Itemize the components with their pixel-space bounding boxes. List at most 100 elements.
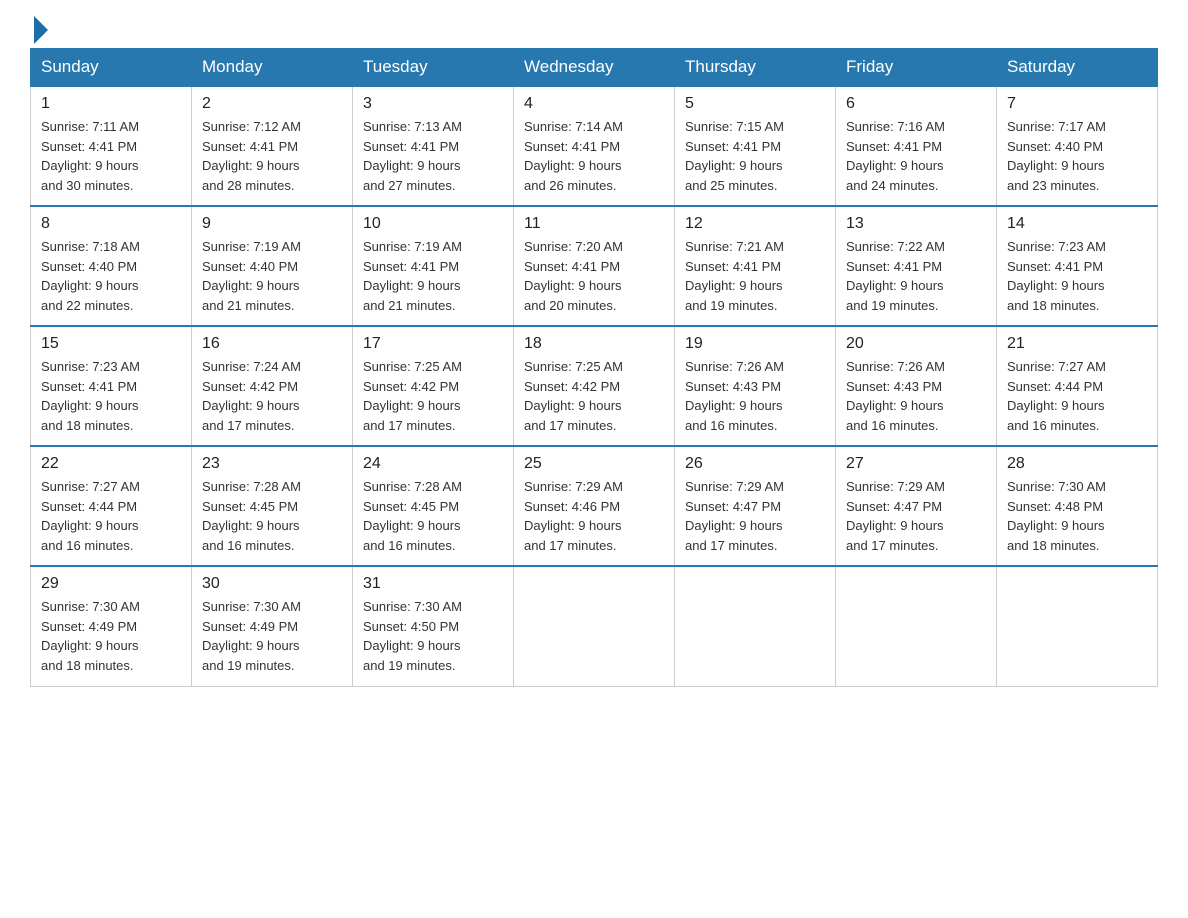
day-info: Sunrise: 7:19 AM Sunset: 4:40 PM Dayligh… bbox=[202, 237, 342, 315]
table-row: 25 Sunrise: 7:29 AM Sunset: 4:46 PM Dayl… bbox=[514, 446, 675, 566]
weekday-header-row: Sunday Monday Tuesday Wednesday Thursday… bbox=[31, 49, 1158, 87]
table-row: 12 Sunrise: 7:21 AM Sunset: 4:41 PM Dayl… bbox=[675, 206, 836, 326]
table-row: 2 Sunrise: 7:12 AM Sunset: 4:41 PM Dayli… bbox=[192, 86, 353, 206]
day-info: Sunrise: 7:26 AM Sunset: 4:43 PM Dayligh… bbox=[685, 357, 825, 435]
header-saturday: Saturday bbox=[997, 49, 1158, 87]
day-info: Sunrise: 7:29 AM Sunset: 4:46 PM Dayligh… bbox=[524, 477, 664, 555]
table-row bbox=[514, 566, 675, 686]
week-row-1: 1 Sunrise: 7:11 AM Sunset: 4:41 PM Dayli… bbox=[31, 86, 1158, 206]
day-info: Sunrise: 7:28 AM Sunset: 4:45 PM Dayligh… bbox=[202, 477, 342, 555]
day-number: 11 bbox=[524, 215, 664, 233]
day-info: Sunrise: 7:27 AM Sunset: 4:44 PM Dayligh… bbox=[41, 477, 181, 555]
day-info: Sunrise: 7:23 AM Sunset: 4:41 PM Dayligh… bbox=[41, 357, 181, 435]
day-info: Sunrise: 7:19 AM Sunset: 4:41 PM Dayligh… bbox=[363, 237, 503, 315]
table-row: 19 Sunrise: 7:26 AM Sunset: 4:43 PM Dayl… bbox=[675, 326, 836, 446]
day-number: 2 bbox=[202, 95, 342, 113]
week-row-5: 29 Sunrise: 7:30 AM Sunset: 4:49 PM Dayl… bbox=[31, 566, 1158, 686]
header-sunday: Sunday bbox=[31, 49, 192, 87]
header-tuesday: Tuesday bbox=[353, 49, 514, 87]
day-number: 16 bbox=[202, 335, 342, 353]
header-friday: Friday bbox=[836, 49, 997, 87]
day-info: Sunrise: 7:24 AM Sunset: 4:42 PM Dayligh… bbox=[202, 357, 342, 435]
day-info: Sunrise: 7:30 AM Sunset: 4:49 PM Dayligh… bbox=[41, 597, 181, 675]
day-info: Sunrise: 7:30 AM Sunset: 4:50 PM Dayligh… bbox=[363, 597, 503, 675]
day-info: Sunrise: 7:15 AM Sunset: 4:41 PM Dayligh… bbox=[685, 117, 825, 195]
day-number: 24 bbox=[363, 455, 503, 473]
table-row: 5 Sunrise: 7:15 AM Sunset: 4:41 PM Dayli… bbox=[675, 86, 836, 206]
table-row: 7 Sunrise: 7:17 AM Sunset: 4:40 PM Dayli… bbox=[997, 86, 1158, 206]
day-info: Sunrise: 7:14 AM Sunset: 4:41 PM Dayligh… bbox=[524, 117, 664, 195]
table-row: 20 Sunrise: 7:26 AM Sunset: 4:43 PM Dayl… bbox=[836, 326, 997, 446]
day-info: Sunrise: 7:27 AM Sunset: 4:44 PM Dayligh… bbox=[1007, 357, 1147, 435]
day-info: Sunrise: 7:13 AM Sunset: 4:41 PM Dayligh… bbox=[363, 117, 503, 195]
day-info: Sunrise: 7:30 AM Sunset: 4:48 PM Dayligh… bbox=[1007, 477, 1147, 555]
day-number: 14 bbox=[1007, 215, 1147, 233]
day-number: 26 bbox=[685, 455, 825, 473]
page-header bbox=[30, 20, 1158, 38]
table-row: 18 Sunrise: 7:25 AM Sunset: 4:42 PM Dayl… bbox=[514, 326, 675, 446]
day-number: 19 bbox=[685, 335, 825, 353]
day-number: 27 bbox=[846, 455, 986, 473]
day-number: 6 bbox=[846, 95, 986, 113]
day-info: Sunrise: 7:21 AM Sunset: 4:41 PM Dayligh… bbox=[685, 237, 825, 315]
table-row: 9 Sunrise: 7:19 AM Sunset: 4:40 PM Dayli… bbox=[192, 206, 353, 326]
table-row: 15 Sunrise: 7:23 AM Sunset: 4:41 PM Dayl… bbox=[31, 326, 192, 446]
calendar-table: Sunday Monday Tuesday Wednesday Thursday… bbox=[30, 48, 1158, 687]
table-row bbox=[836, 566, 997, 686]
day-number: 10 bbox=[363, 215, 503, 233]
table-row: 6 Sunrise: 7:16 AM Sunset: 4:41 PM Dayli… bbox=[836, 86, 997, 206]
day-info: Sunrise: 7:16 AM Sunset: 4:41 PM Dayligh… bbox=[846, 117, 986, 195]
day-number: 4 bbox=[524, 95, 664, 113]
logo bbox=[30, 20, 48, 38]
table-row: 30 Sunrise: 7:30 AM Sunset: 4:49 PM Dayl… bbox=[192, 566, 353, 686]
table-row: 26 Sunrise: 7:29 AM Sunset: 4:47 PM Dayl… bbox=[675, 446, 836, 566]
table-row: 24 Sunrise: 7:28 AM Sunset: 4:45 PM Dayl… bbox=[353, 446, 514, 566]
table-row: 29 Sunrise: 7:30 AM Sunset: 4:49 PM Dayl… bbox=[31, 566, 192, 686]
logo-triangle-icon bbox=[34, 16, 48, 44]
table-row: 10 Sunrise: 7:19 AM Sunset: 4:41 PM Dayl… bbox=[353, 206, 514, 326]
day-number: 23 bbox=[202, 455, 342, 473]
day-number: 29 bbox=[41, 575, 181, 593]
day-number: 17 bbox=[363, 335, 503, 353]
day-number: 15 bbox=[41, 335, 181, 353]
table-row: 14 Sunrise: 7:23 AM Sunset: 4:41 PM Dayl… bbox=[997, 206, 1158, 326]
day-info: Sunrise: 7:25 AM Sunset: 4:42 PM Dayligh… bbox=[524, 357, 664, 435]
table-row: 27 Sunrise: 7:29 AM Sunset: 4:47 PM Dayl… bbox=[836, 446, 997, 566]
day-number: 12 bbox=[685, 215, 825, 233]
table-row: 4 Sunrise: 7:14 AM Sunset: 4:41 PM Dayli… bbox=[514, 86, 675, 206]
table-row: 8 Sunrise: 7:18 AM Sunset: 4:40 PM Dayli… bbox=[31, 206, 192, 326]
day-info: Sunrise: 7:11 AM Sunset: 4:41 PM Dayligh… bbox=[41, 117, 181, 195]
week-row-2: 8 Sunrise: 7:18 AM Sunset: 4:40 PM Dayli… bbox=[31, 206, 1158, 326]
day-number: 31 bbox=[363, 575, 503, 593]
day-info: Sunrise: 7:25 AM Sunset: 4:42 PM Dayligh… bbox=[363, 357, 503, 435]
day-number: 7 bbox=[1007, 95, 1147, 113]
week-row-4: 22 Sunrise: 7:27 AM Sunset: 4:44 PM Dayl… bbox=[31, 446, 1158, 566]
day-info: Sunrise: 7:28 AM Sunset: 4:45 PM Dayligh… bbox=[363, 477, 503, 555]
day-info: Sunrise: 7:17 AM Sunset: 4:40 PM Dayligh… bbox=[1007, 117, 1147, 195]
day-info: Sunrise: 7:29 AM Sunset: 4:47 PM Dayligh… bbox=[846, 477, 986, 555]
table-row: 16 Sunrise: 7:24 AM Sunset: 4:42 PM Dayl… bbox=[192, 326, 353, 446]
day-info: Sunrise: 7:23 AM Sunset: 4:41 PM Dayligh… bbox=[1007, 237, 1147, 315]
day-number: 1 bbox=[41, 95, 181, 113]
day-number: 5 bbox=[685, 95, 825, 113]
day-info: Sunrise: 7:26 AM Sunset: 4:43 PM Dayligh… bbox=[846, 357, 986, 435]
table-row: 11 Sunrise: 7:20 AM Sunset: 4:41 PM Dayl… bbox=[514, 206, 675, 326]
table-row: 22 Sunrise: 7:27 AM Sunset: 4:44 PM Dayl… bbox=[31, 446, 192, 566]
table-row: 23 Sunrise: 7:28 AM Sunset: 4:45 PM Dayl… bbox=[192, 446, 353, 566]
day-number: 28 bbox=[1007, 455, 1147, 473]
table-row: 31 Sunrise: 7:30 AM Sunset: 4:50 PM Dayl… bbox=[353, 566, 514, 686]
table-row: 21 Sunrise: 7:27 AM Sunset: 4:44 PM Dayl… bbox=[997, 326, 1158, 446]
day-number: 30 bbox=[202, 575, 342, 593]
day-number: 25 bbox=[524, 455, 664, 473]
day-number: 21 bbox=[1007, 335, 1147, 353]
table-row: 17 Sunrise: 7:25 AM Sunset: 4:42 PM Dayl… bbox=[353, 326, 514, 446]
table-row bbox=[997, 566, 1158, 686]
day-info: Sunrise: 7:20 AM Sunset: 4:41 PM Dayligh… bbox=[524, 237, 664, 315]
day-number: 18 bbox=[524, 335, 664, 353]
week-row-3: 15 Sunrise: 7:23 AM Sunset: 4:41 PM Dayl… bbox=[31, 326, 1158, 446]
day-number: 13 bbox=[846, 215, 986, 233]
table-row bbox=[675, 566, 836, 686]
day-info: Sunrise: 7:29 AM Sunset: 4:47 PM Dayligh… bbox=[685, 477, 825, 555]
day-number: 8 bbox=[41, 215, 181, 233]
header-monday: Monday bbox=[192, 49, 353, 87]
